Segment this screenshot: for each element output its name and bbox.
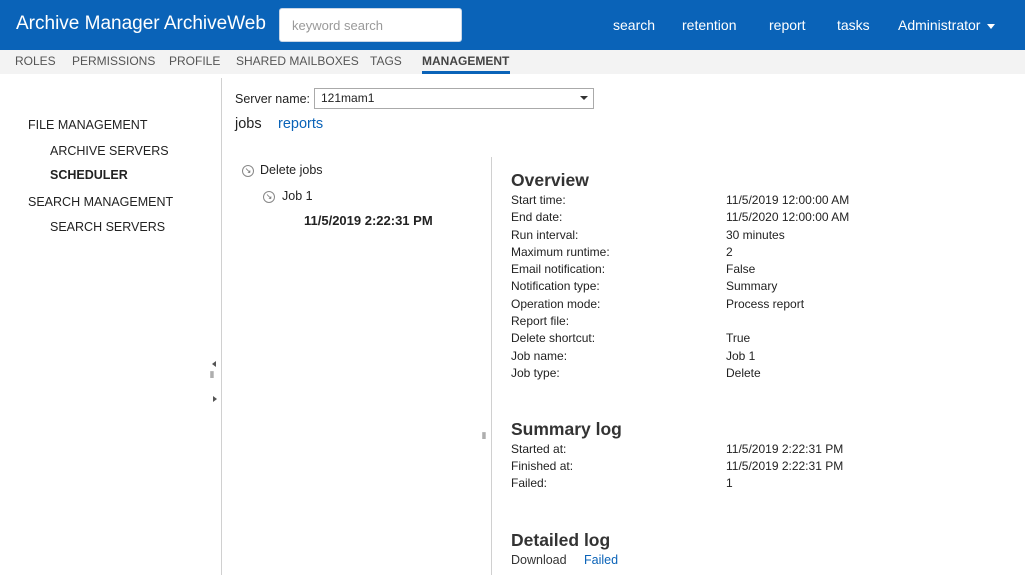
caret-down-icon [987,23,996,29]
overview-label: Run interval: [511,228,579,242]
overview-label: Start time: [511,193,566,207]
server-name-value: 121mam1 [321,91,375,105]
tree-detail-divider [491,157,492,575]
nav-search-link[interactable]: search [613,17,655,33]
reports-view-link[interactable]: reports [278,116,323,132]
nav-tasks-link[interactable]: tasks [837,17,870,33]
overview-label: Report file: [511,314,570,328]
summary-label: Started at: [511,442,567,456]
sidebar-search-management[interactable]: SEARCH MANAGEMENT [28,195,173,209]
failed-log-link[interactable]: Failed [584,553,618,567]
tab-shared-mailboxes[interactable]: SHARED MAILBOXES [236,54,359,68]
download-link[interactable]: Download [511,553,567,567]
summary-log-title: Summary log [511,419,622,439]
summary-value: 1 [726,476,733,490]
tab-roles[interactable]: ROLES [15,54,56,68]
detail-splitter-grip-icon[interactable]: ⦀ [482,432,486,441]
overview-value: Summary [726,279,778,293]
collapse-circle-icon[interactable]: ↘ [242,165,254,177]
sidebar-search-servers[interactable]: SEARCH SERVERS [50,220,165,234]
overview-label: Delete shortcut: [511,331,596,345]
tree-item-job[interactable]: Job 1 [282,189,313,203]
overview-label: Job type: [511,366,560,380]
overview-title: Overview [511,170,589,190]
detailed-log-title: Detailed log [511,530,611,550]
overview-value: 30 minutes [726,228,785,242]
overview-value: 2 [726,245,733,259]
summary-value: 11/5/2019 2:22:31 PM [726,459,844,473]
jobs-view-link[interactable]: jobs [235,116,262,132]
splitter-grip-icon[interactable]: ⦀ [210,371,214,380]
tab-profile[interactable]: PROFILE [169,54,220,68]
top-header-bar: Archive Manager ArchiveWeb search retent… [0,0,1025,50]
nav-report-link[interactable]: report [769,17,806,33]
overview-label: Notification type: [511,279,600,293]
collapse-left-icon[interactable] [212,361,216,367]
overview-value: False [726,262,756,276]
keyword-search-input[interactable] [279,8,462,42]
collapse-circle-icon[interactable]: ↘ [263,191,275,203]
expand-right-icon[interactable] [213,396,217,402]
overview-label: Maximum runtime: [511,245,610,259]
overview-value: 11/5/2020 12:00:00 AM [726,210,850,224]
dropdown-arrow-icon [580,96,588,100]
sidebar-scheduler[interactable]: SCHEDULER [50,168,128,182]
overview-value: Process report [726,297,805,311]
tab-bar: ROLES PERMISSIONS PROFILE SHARED MAILBOX… [0,50,1025,74]
summary-label: Failed: [511,476,548,490]
sidebar-file-management[interactable]: FILE MANAGEMENT [28,118,147,132]
tab-tags[interactable]: TAGS [370,54,402,68]
overview-value: 11/5/2019 12:00:00 AM [726,193,850,207]
overview-value: Delete [726,366,761,380]
tree-item-run[interactable]: 11/5/2019 2:22:31 PM [304,213,433,228]
user-name: Administrator [898,17,981,33]
overview-value: True [726,331,751,345]
overview-label: Email notification: [511,262,606,276]
user-menu[interactable]: Administrator [898,17,996,33]
server-name-select[interactable]: 121mam1 [314,88,594,109]
sidebar-divider [221,78,222,575]
sidebar-archive-servers[interactable]: ARCHIVE SERVERS [50,144,169,158]
tab-permissions[interactable]: PERMISSIONS [72,54,155,68]
overview-label: End date: [511,210,563,224]
active-tab-indicator [422,71,510,74]
summary-label: Finished at: [511,459,574,473]
nav-retention-link[interactable]: retention [682,17,736,33]
server-name-label: Server name: [235,92,311,106]
overview-value: Job 1 [726,349,756,363]
tab-management[interactable]: MANAGEMENT [422,54,509,68]
overview-label: Operation mode: [511,297,601,311]
summary-value: 11/5/2019 2:22:31 PM [726,442,844,456]
app-title: Archive Manager ArchiveWeb [16,13,266,34]
tree-group-delete-jobs[interactable]: Delete jobs [260,163,323,177]
overview-label: Job name: [511,349,568,363]
